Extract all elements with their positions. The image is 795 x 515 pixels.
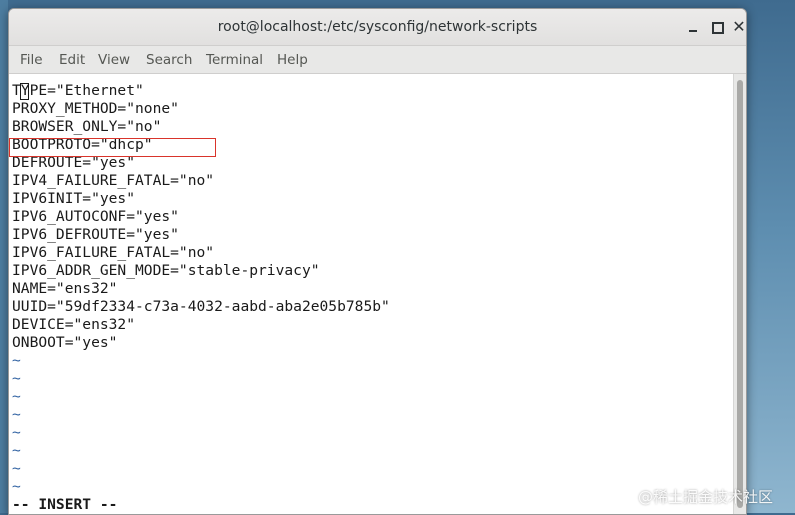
menu-file[interactable]: File [20,52,43,68]
config-line-ipv6-autoconf: IPV6_AUTOCONF="yes" [12,208,179,225]
config-line-device: DEVICE="ens32" [12,316,136,333]
watermark: @稀土掘金技术社区 [638,488,774,506]
config-line-ipv6-failure-fatal: IPV6_FAILURE_FATAL="no" [12,244,215,261]
empty-line-marker: ~ [12,370,21,387]
empty-line-marker: ~ [12,478,21,495]
empty-line-marker: ~ [12,388,21,405]
title-bar[interactable]: root@localhost:/etc/sysconfig/network-sc… [9,9,746,46]
terminal-window: root@localhost:/etc/sysconfig/network-sc… [8,8,747,515]
scrollbar-thumb[interactable] [737,80,743,508]
empty-line-marker: ~ [12,460,21,477]
config-line-name: NAME="ens32" [12,280,118,297]
vertical-scrollbar[interactable] [733,74,746,514]
config-line-uuid: UUID="59df2334-c73a-4032-aabd-aba2e05b78… [12,298,390,315]
menu-bar: File Edit View Search Terminal Help [9,46,746,74]
config-line-onboot: ONBOOT="yes" [12,334,118,351]
empty-line-marker: ~ [12,406,21,423]
desktop-background [0,0,8,513]
menu-terminal[interactable]: Terminal [206,52,263,68]
config-line-ipv6init: IPV6INIT="yes" [12,190,136,207]
minimize-button[interactable] [685,19,701,35]
close-button[interactable]: ✕ [731,19,746,35]
menu-view[interactable]: View [98,52,130,68]
empty-line-marker: ~ [12,352,21,369]
config-line-ipv6-defroute: IPV6_DEFROUTE="yes" [12,226,179,243]
menu-edit[interactable]: Edit [59,52,85,68]
config-line-ipv6-addr-gen-mode: IPV6_ADDR_GEN_MODE="stable-privacy" [12,262,320,279]
config-line-type: TYPE="Ethernet" [12,82,144,99]
empty-line-marker: ~ [12,442,21,459]
text-cursor [20,83,29,100]
window-title: root@localhost:/etc/sysconfig/network-sc… [217,19,538,35]
empty-line-marker: ~ [12,424,21,441]
config-line-browser-only: BROWSER_ONLY="no" [12,118,162,135]
vim-mode-indicator: -- INSERT -- [12,496,118,513]
bootproto-highlight-box [9,138,216,157]
menu-help[interactable]: Help [277,52,308,68]
config-line-proxy-method: PROXY_METHOD="none" [12,100,179,117]
terminal-content[interactable]: TYPE="Ethernet" PROXY_METHOD="none" BROW… [9,74,733,514]
config-line-ipv4-failure-fatal: IPV4_FAILURE_FATAL="no" [12,172,215,189]
menu-search[interactable]: Search [146,52,192,68]
maximize-button[interactable] [709,19,725,35]
